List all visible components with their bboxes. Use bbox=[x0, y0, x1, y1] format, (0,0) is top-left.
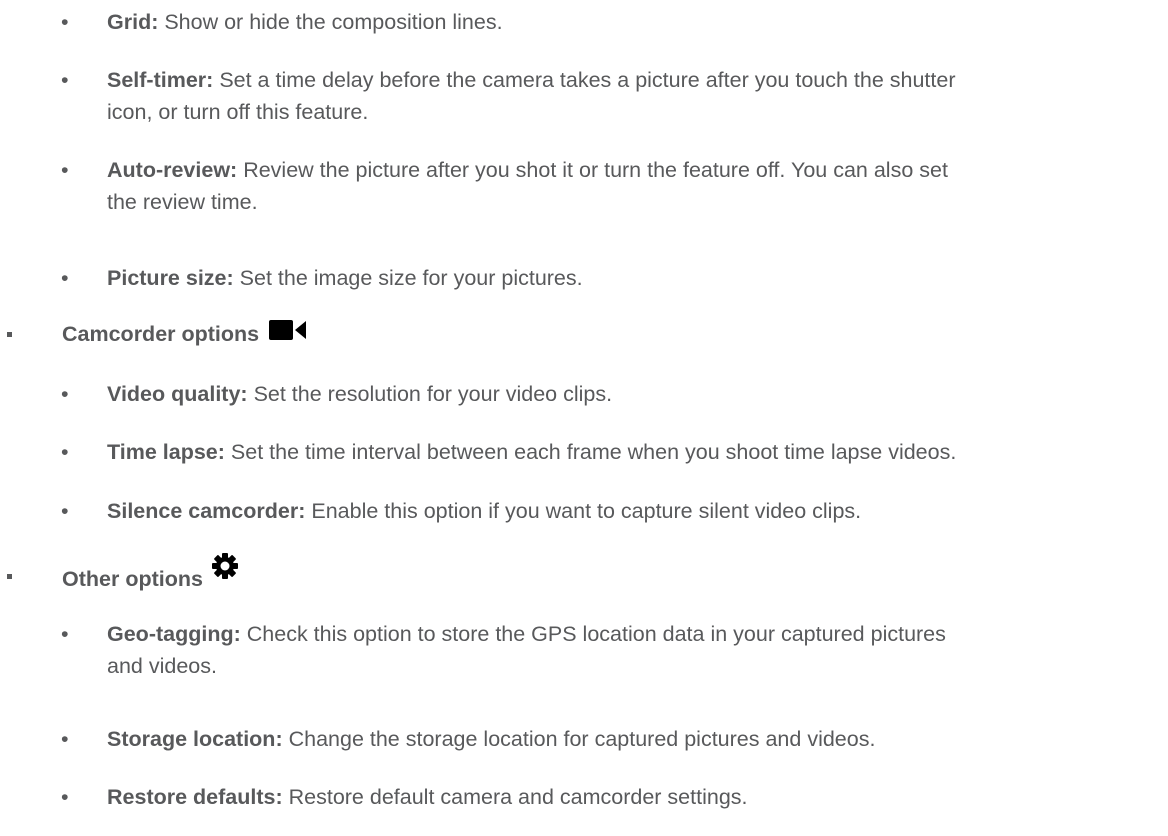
bullet: • bbox=[61, 785, 69, 809]
list-item-silence-camcorder: • Silence camcorder: Enable this option … bbox=[61, 495, 1162, 527]
bullet: • bbox=[61, 266, 69, 290]
bullet: • bbox=[61, 727, 69, 751]
list-item-grid: • Grid: Show or hide the composition lin… bbox=[61, 6, 1162, 38]
bullet: • bbox=[61, 382, 69, 406]
bullet: • bbox=[61, 158, 69, 182]
option-desc: Set the image size for your pictures. bbox=[239, 266, 583, 290]
list-item-restore-defaults: • Restore defaults: Restore default came… bbox=[61, 781, 1162, 813]
option-desc: Check this option to store the GPS locat… bbox=[246, 622, 946, 646]
option-desc: Change the storage location for captured… bbox=[288, 727, 876, 751]
bullet: • bbox=[61, 10, 69, 34]
bullet: • bbox=[61, 622, 69, 646]
video-camera-icon bbox=[269, 318, 307, 350]
option-desc: Set a time delay before the camera takes… bbox=[219, 68, 956, 92]
list-item-self-timer: • Self-timer: Set a time delay before th… bbox=[61, 64, 1162, 128]
list-item-geo-tagging: • Geo-tagging: Check this option to stor… bbox=[61, 618, 1162, 682]
section-camcorder-options: Camcorder options bbox=[7, 318, 307, 350]
section-title: Camcorder options bbox=[62, 322, 260, 346]
option-desc: Show or hide the composition lines. bbox=[164, 10, 503, 34]
list-item-video-quality: • Video quality: Set the resolution for … bbox=[61, 378, 1162, 410]
option-term: Video quality: bbox=[107, 382, 248, 406]
list-item-auto-review: • Auto-review: Review the picture after … bbox=[61, 154, 1162, 218]
option-term: Picture size: bbox=[107, 266, 234, 290]
option-desc: Restore default camera and camcorder set… bbox=[288, 785, 748, 809]
option-term: Geo-tagging: bbox=[107, 622, 241, 646]
option-desc: Review the picture after you shot it or … bbox=[243, 158, 948, 182]
section-bullet bbox=[7, 574, 12, 579]
section-other-options: Other options bbox=[7, 553, 239, 597]
option-desc-continued: icon, or turn off this feature. bbox=[107, 100, 369, 124]
list-item-time-lapse: • Time lapse: Set the time interval betw… bbox=[61, 436, 1162, 468]
option-term: Time lapse: bbox=[107, 440, 225, 464]
option-desc-continued: the review time. bbox=[107, 190, 258, 214]
option-desc: Set the resolution for your video clips. bbox=[253, 382, 613, 406]
option-term: Self-timer: bbox=[107, 68, 214, 92]
option-desc-continued: and videos. bbox=[107, 654, 217, 678]
option-term: Silence camcorder: bbox=[107, 499, 306, 523]
option-term: Auto-review: bbox=[107, 158, 238, 182]
section-title: Other options bbox=[62, 566, 203, 591]
option-desc: Enable this option if you want to captur… bbox=[311, 499, 862, 523]
gear-icon bbox=[211, 552, 239, 589]
list-item-picture-size: • Picture size: Set the image size for y… bbox=[61, 262, 1162, 294]
option-term: Storage location: bbox=[107, 727, 283, 751]
section-bullet bbox=[7, 332, 12, 337]
option-term: Restore defaults: bbox=[107, 785, 283, 809]
option-desc: Set the time interval between each frame… bbox=[230, 440, 957, 464]
bullet: • bbox=[61, 499, 69, 523]
bullet: • bbox=[61, 440, 69, 464]
option-term: Grid: bbox=[107, 10, 159, 34]
bullet: • bbox=[61, 68, 69, 92]
list-item-storage-location: • Storage location: Change the storage l… bbox=[61, 723, 1162, 755]
